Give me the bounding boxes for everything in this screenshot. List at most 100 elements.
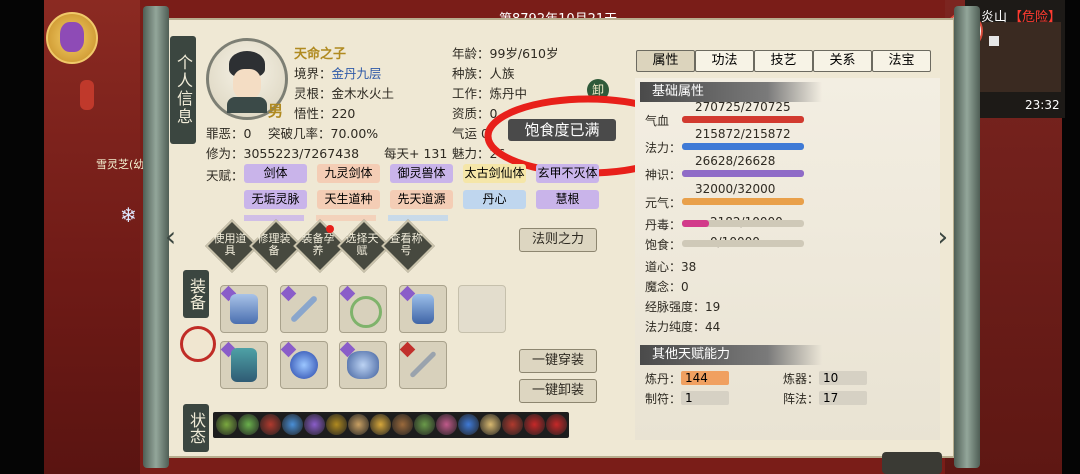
action-label: 查看称号 bbox=[389, 232, 423, 257]
other-abilities-header: 其他天赋能力 bbox=[640, 345, 822, 365]
status-effect-icon[interactable] bbox=[392, 414, 413, 435]
talent-tag[interactable]: 剑体 bbox=[244, 164, 307, 183]
status-effect-icon[interactable] bbox=[370, 414, 391, 435]
attr-label: 法力： bbox=[645, 141, 682, 155]
map-location: 炎山 bbox=[981, 10, 1008, 25]
world-lantern-icon bbox=[80, 80, 94, 110]
status-effect-icon[interactable] bbox=[304, 414, 325, 435]
stat-row: 道心：38 bbox=[645, 260, 697, 274]
equip-slot-halberd[interactable] bbox=[399, 341, 447, 389]
attr-value: 215872/215872 bbox=[695, 127, 791, 141]
root-row: 灵根：金木水火土 bbox=[294, 86, 395, 101]
attr-bar-fill bbox=[682, 170, 804, 177]
action-label: 装备孕养 bbox=[301, 232, 335, 257]
equip-all-button[interactable]: 一键穿装 bbox=[519, 349, 597, 373]
talent-tag[interactable]: 九灵剑体 bbox=[317, 164, 380, 183]
equip-slot-orb[interactable] bbox=[280, 341, 328, 389]
talent-tag[interactable]: 先天道源 bbox=[390, 190, 453, 209]
unequip-all-button[interactable]: 一键卸装 bbox=[519, 379, 597, 403]
law-power-button[interactable]: 法则之力 bbox=[519, 228, 597, 252]
tab-4[interactable]: 法宝 bbox=[872, 50, 931, 72]
talent-tag[interactable]: 丹心 bbox=[463, 190, 526, 209]
tab-3[interactable]: 关系 bbox=[813, 50, 872, 72]
status-effect-icon[interactable] bbox=[260, 414, 281, 435]
equip-slot-sword[interactable] bbox=[280, 285, 328, 333]
tab-2[interactable]: 技艺 bbox=[754, 50, 813, 72]
ability-value: 144 bbox=[681, 371, 729, 385]
tab-personal-info[interactable]: 个人信息 bbox=[170, 36, 196, 144]
action-label: 选择天赋 bbox=[345, 232, 379, 257]
talent-tag[interactable]: 天生道种 bbox=[317, 190, 380, 209]
basic-attrs-header: 基础属性 bbox=[640, 82, 822, 102]
attr-value: 26628/26628 bbox=[695, 154, 776, 168]
attr-label: 气血 bbox=[645, 114, 670, 128]
stat-row: 经脉强度：19 bbox=[645, 300, 721, 314]
status-effect-icon[interactable] bbox=[348, 414, 369, 435]
tab-0[interactable]: 属性 bbox=[636, 50, 695, 72]
action-label: 修理装备 bbox=[257, 232, 291, 257]
talent-overflow bbox=[244, 215, 604, 221]
attr-bar bbox=[682, 240, 804, 247]
tab-equipment[interactable]: 装备 bbox=[183, 270, 209, 318]
bottom-right-emblem bbox=[882, 452, 942, 474]
ability-label: 炼器： bbox=[783, 372, 820, 386]
equip-slot-necklace[interactable] bbox=[339, 285, 387, 333]
equip-slot-armor[interactable] bbox=[220, 285, 268, 333]
ability-value: 17 bbox=[819, 391, 867, 405]
attr-bar-fill bbox=[682, 220, 709, 227]
equip-slot-bracer[interactable] bbox=[339, 341, 387, 389]
status-effect-icon[interactable] bbox=[502, 414, 523, 435]
snowflake-icon[interactable]: ❄ bbox=[120, 203, 137, 227]
status-effect-icon[interactable] bbox=[238, 414, 259, 435]
tab-status[interactable]: 状态 bbox=[183, 404, 209, 452]
notification-dot bbox=[326, 225, 334, 233]
npc-label[interactable]: 雪灵芝(幼 bbox=[96, 156, 144, 172]
attr-value: 32000/32000 bbox=[695, 182, 776, 196]
ability-value: 1 bbox=[681, 391, 729, 405]
stat-row: 魔念：0 bbox=[645, 280, 689, 294]
attr-label: 丹毒： bbox=[645, 218, 682, 232]
minimap[interactable]: 炎山 【危险】 23:32 bbox=[965, 0, 1065, 118]
status-effect-icon[interactable] bbox=[216, 414, 237, 435]
player-portrait-icon[interactable] bbox=[46, 12, 98, 64]
talent-tag[interactable]: 慧根 bbox=[536, 190, 599, 209]
status-effect-icon[interactable] bbox=[282, 414, 303, 435]
status-effect-icon[interactable] bbox=[326, 414, 347, 435]
status-effect-icon[interactable] bbox=[546, 414, 567, 435]
equip-slot-boots[interactable] bbox=[399, 285, 447, 333]
sin-row: 罪恶：0 bbox=[206, 126, 252, 141]
talent-tag[interactable]: 御灵兽体 bbox=[390, 164, 453, 183]
talent-tag[interactable]: 玄甲不灭体 bbox=[536, 164, 599, 183]
realm-row: 境界：金丹九层 bbox=[294, 66, 382, 81]
ability-label: 炼丹： bbox=[645, 372, 682, 386]
attr-bar-fill bbox=[682, 143, 804, 150]
attr-bar bbox=[682, 143, 804, 150]
map-danger-label: 【危险】 bbox=[1009, 10, 1062, 25]
scroll-rod-right bbox=[954, 6, 980, 468]
cultivation-row: 修为：3055223/7267438 bbox=[206, 146, 360, 161]
attr-bar-fill bbox=[682, 198, 804, 205]
talent-tag[interactable]: 无垢灵脉 bbox=[244, 190, 307, 209]
equip-slot-empty[interactable] bbox=[458, 285, 506, 333]
attr-bar bbox=[682, 198, 804, 205]
ability-label: 制符： bbox=[645, 392, 682, 406]
map-time: 23:32 bbox=[1025, 98, 1060, 112]
equip-slot-cape[interactable] bbox=[220, 341, 268, 389]
stat-row: 法力纯度：44 bbox=[645, 320, 721, 334]
ability-value: 10 bbox=[819, 371, 867, 385]
tab-1[interactable]: 功法 bbox=[695, 50, 754, 72]
talent-tag[interactable]: 太古剑仙体 bbox=[463, 164, 526, 183]
attr-label: 神识： bbox=[645, 168, 682, 182]
attr-bar bbox=[682, 170, 804, 177]
status-effect-icon[interactable] bbox=[414, 414, 435, 435]
status-effect-icon[interactable] bbox=[480, 414, 501, 435]
status-effect-icon[interactable] bbox=[436, 414, 457, 435]
status-effect-icon[interactable] bbox=[524, 414, 545, 435]
status-effect-icon[interactable] bbox=[458, 414, 479, 435]
race-row: 种族：人族 bbox=[452, 66, 515, 81]
prev-arrow-icon[interactable]: ‹ bbox=[165, 220, 176, 253]
attr-bar-fill bbox=[682, 116, 804, 123]
ban-icon[interactable] bbox=[180, 326, 216, 362]
character-name: 天命之子 bbox=[294, 47, 347, 62]
breakthrough-row: 突破几率：70.00% bbox=[268, 126, 379, 141]
